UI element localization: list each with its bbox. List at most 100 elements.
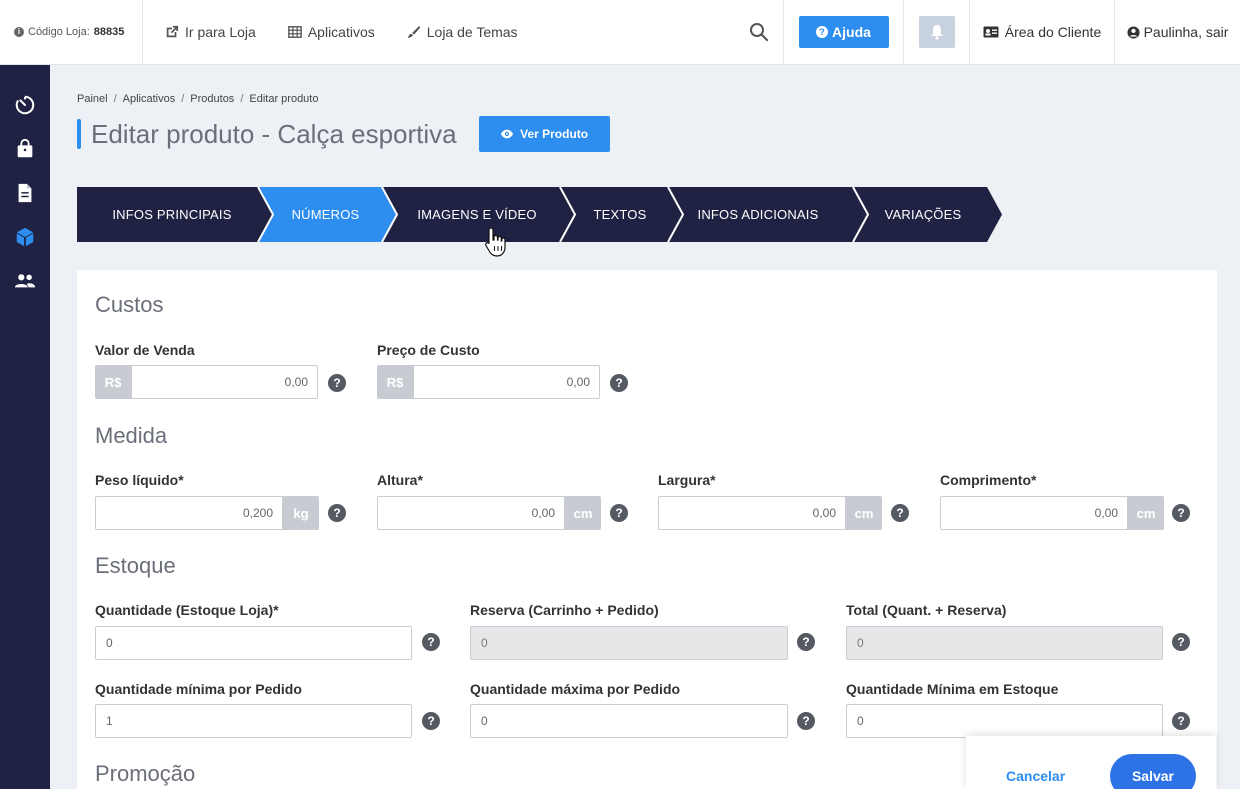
shopping-bag-icon <box>17 138 33 158</box>
go-to-store-link[interactable]: Ir para Loja <box>165 24 256 40</box>
cost-price-input[interactable]: 0,00 <box>413 365 600 399</box>
breadcrumb-item[interactable]: Produtos <box>190 93 234 105</box>
brush-icon <box>407 25 420 39</box>
notifications-button[interactable] <box>918 16 955 48</box>
store-code-value: 88835 <box>93 26 125 38</box>
help-icon[interactable]: ? <box>797 712 815 730</box>
section-title-promo: Promoção <box>95 761 196 786</box>
min-order-label: Quantidade mínima por Pedido <box>95 681 302 697</box>
section-title-measure: Medida <box>95 423 168 448</box>
sidebar-item-dashboard[interactable] <box>13 93 37 117</box>
min-order-input[interactable]: 1 <box>95 704 412 738</box>
store-code: i Código Loja: 88835 <box>0 0 143 64</box>
page-header: Editar produto - Calça esportiva Ver Pro… <box>77 116 610 152</box>
grid-icon <box>288 26 302 38</box>
currency-prefix: R$ <box>95 365 131 399</box>
unit-suffix: cm <box>565 496 601 530</box>
sidebar-item-customers[interactable] <box>13 269 37 293</box>
tab-imagens-video[interactable]: IMAGENS E VÍDEO <box>387 187 567 242</box>
breadcrumb-item[interactable]: Painel <box>77 93 108 105</box>
tab-textos[interactable]: TEXTOS <box>565 187 675 242</box>
form-actions: Cancelar Salvar <box>966 736 1216 789</box>
external-link-icon <box>166 25 179 38</box>
view-product-button[interactable]: Ver Produto <box>478 116 610 152</box>
max-order-input[interactable]: 0 <box>470 704 788 738</box>
title-accent-bar <box>77 119 81 149</box>
unit-suffix: kg <box>283 496 319 530</box>
user-logout-link[interactable]: Paulinha, sair <box>1115 0 1240 64</box>
help-icon[interactable]: ? <box>422 712 440 730</box>
bell-icon <box>930 25 943 40</box>
weight-input[interactable]: 0,200 <box>95 496 283 530</box>
height-input[interactable]: 0,00 <box>377 496 565 530</box>
step-tabs: INFOS PRINCIPAIS NÚMEROS IMAGENS E VÍDEO… <box>77 187 1002 242</box>
help-circle-icon: ? <box>816 26 829 38</box>
cube-icon <box>16 227 34 247</box>
weight-label: Peso líquido* <box>95 472 184 488</box>
min-stock-label: Quantidade Mínima em Estoque <box>846 681 1059 697</box>
help-icon[interactable]: ? <box>1172 504 1190 522</box>
help-cell: ? Ajuda <box>784 0 904 64</box>
timer-icon <box>15 95 35 115</box>
unit-suffix: cm <box>1128 496 1164 530</box>
help-icon[interactable]: ? <box>610 374 628 392</box>
top-bar: i Código Loja: 88835 Ir para Loja Aplica… <box>0 0 1240 65</box>
tab-infos-adicionais[interactable]: INFOS ADICIONAIS <box>673 187 843 242</box>
tab-variacoes[interactable]: VARIAÇÕES <box>858 187 988 242</box>
client-area-link[interactable]: Área do Cliente <box>970 0 1115 64</box>
quantity-input[interactable]: 0 <box>95 626 412 660</box>
reserve-label: Reserva (Carrinho + Pedido) <box>470 602 659 618</box>
currency-prefix: R$ <box>377 365 413 399</box>
sidebar-item-orders[interactable] <box>13 137 37 161</box>
help-icon[interactable]: ? <box>328 504 346 522</box>
id-card-icon <box>983 26 999 38</box>
help-icon[interactable]: ? <box>422 633 440 651</box>
max-order-label: Quantidade máxima por Pedido <box>470 681 681 697</box>
form-card: Custos Valor de Venda R$ 0,00 ? Preço de… <box>77 270 1217 789</box>
apps-link[interactable]: Aplicativos <box>288 24 375 40</box>
breadcrumb: Painel / Aplicativos / Produtos / Editar produ… <box>77 93 319 105</box>
search-icon <box>749 23 768 42</box>
sidebar <box>0 65 50 789</box>
breadcrumb-item[interactable]: Aplicativos <box>123 93 176 105</box>
info-icon: i <box>14 27 24 37</box>
sale-price-input[interactable]: 0,00 <box>131 365 318 399</box>
store-code-label: Código Loja: <box>28 26 90 38</box>
min-stock-input[interactable]: 0 <box>846 704 1163 738</box>
tab-infos-principais[interactable]: INFOS PRINCIPAIS <box>77 187 267 242</box>
cost-price-label: Preço de Custo <box>377 342 480 358</box>
total-label: Total (Quant. + Reserva) <box>846 602 1007 618</box>
page-title: Editar produto - Calça esportiva <box>91 118 457 149</box>
section-title-costs: Custos <box>95 292 164 317</box>
height-label: Altura* <box>377 472 423 488</box>
document-icon <box>18 183 32 203</box>
sidebar-item-documents[interactable] <box>13 181 37 205</box>
help-icon[interactable]: ? <box>1172 712 1190 730</box>
users-icon <box>14 274 36 288</box>
search-button[interactable] <box>734 0 784 64</box>
notifications-cell <box>904 0 970 64</box>
quantity-label: Quantidade (Estoque Loja)* <box>95 602 279 618</box>
help-button[interactable]: ? Ajuda <box>798 16 889 48</box>
eye-icon <box>500 129 514 139</box>
theme-store-link[interactable]: Loja de Temas <box>407 24 518 40</box>
help-icon[interactable]: ? <box>1172 633 1190 651</box>
sale-price-label: Valor de Venda <box>95 342 195 358</box>
breadcrumb-current: Editar produto <box>249 93 319 105</box>
help-icon[interactable]: ? <box>328 374 346 392</box>
reserve-input: 0 <box>470 626 788 660</box>
tab-numeros[interactable]: NÚMEROS <box>262 187 389 242</box>
help-icon[interactable]: ? <box>891 504 909 522</box>
cancel-button[interactable]: Cancelar <box>1006 768 1065 784</box>
sidebar-item-products[interactable] <box>13 225 37 249</box>
total-input: 0 <box>846 626 1163 660</box>
user-circle-icon <box>1127 25 1140 39</box>
unit-suffix: cm <box>846 496 882 530</box>
help-icon[interactable]: ? <box>797 633 815 651</box>
length-input[interactable]: 0,00 <box>940 496 1128 530</box>
help-icon[interactable]: ? <box>610 504 628 522</box>
save-button[interactable]: Salvar <box>1110 754 1196 789</box>
hand-cursor-icon <box>485 227 506 257</box>
width-input[interactable]: 0,00 <box>658 496 846 530</box>
width-label: Largura* <box>658 472 716 488</box>
